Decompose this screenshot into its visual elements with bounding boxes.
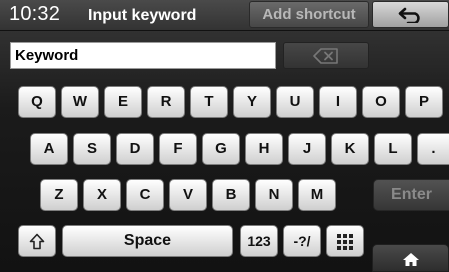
home-icon [373, 252, 448, 267]
key-h[interactable]: H [245, 133, 283, 165]
key-l[interactable]: L [374, 133, 412, 165]
space-key[interactable]: Space [62, 225, 233, 257]
key-q[interactable]: Q [18, 86, 56, 118]
key-d[interactable]: D [116, 133, 154, 165]
key-z[interactable]: Z [40, 179, 78, 211]
back-arrow-icon [373, 7, 448, 23]
keyword-input[interactable]: Keyword [10, 42, 276, 69]
delete-button[interactable] [283, 42, 369, 69]
top-bar: 10:32 Input keyword Add shortcut [0, 0, 449, 31]
clock: 10:32 [9, 3, 61, 25]
key-b[interactable]: B [212, 179, 250, 211]
page-title: Input keyword [88, 7, 197, 24]
key-p[interactable]: P [405, 86, 443, 118]
key-t[interactable]: T [190, 86, 228, 118]
key-f[interactable]: F [159, 133, 197, 165]
key-j[interactable]: J [288, 133, 326, 165]
keypad-key[interactable] [326, 225, 364, 257]
shift-arrow-icon [19, 233, 55, 250]
add-shortcut-button[interactable]: Add shortcut [249, 1, 369, 28]
key-r[interactable]: R [147, 86, 185, 118]
grid-icon [327, 233, 363, 251]
key-u[interactable]: U [276, 86, 314, 118]
enter-key[interactable]: Enter [373, 179, 449, 211]
key-k[interactable]: K [331, 133, 369, 165]
key-y[interactable]: Y [233, 86, 271, 118]
key-w[interactable]: W [61, 86, 99, 118]
numbers-key[interactable]: 123 [240, 225, 278, 257]
key-n[interactable]: N [255, 179, 293, 211]
backspace-icon [284, 48, 368, 64]
back-button[interactable] [372, 1, 449, 28]
key-period[interactable]: . [417, 133, 449, 165]
keyboard-screen: 10:32 Input keyword Add shortcut Keyword… [0, 0, 449, 272]
key-g[interactable]: G [202, 133, 240, 165]
key-i[interactable]: I [319, 86, 357, 118]
home-button[interactable] [372, 244, 449, 272]
key-c[interactable]: C [126, 179, 164, 211]
key-e[interactable]: E [104, 86, 142, 118]
key-m[interactable]: M [298, 179, 336, 211]
key-s[interactable]: S [73, 133, 111, 165]
symbols-key[interactable]: -?/ [283, 225, 321, 257]
key-o[interactable]: O [362, 86, 400, 118]
shift-key[interactable] [18, 225, 56, 257]
key-v[interactable]: V [169, 179, 207, 211]
key-a[interactable]: A [30, 133, 68, 165]
key-x[interactable]: X [83, 179, 121, 211]
